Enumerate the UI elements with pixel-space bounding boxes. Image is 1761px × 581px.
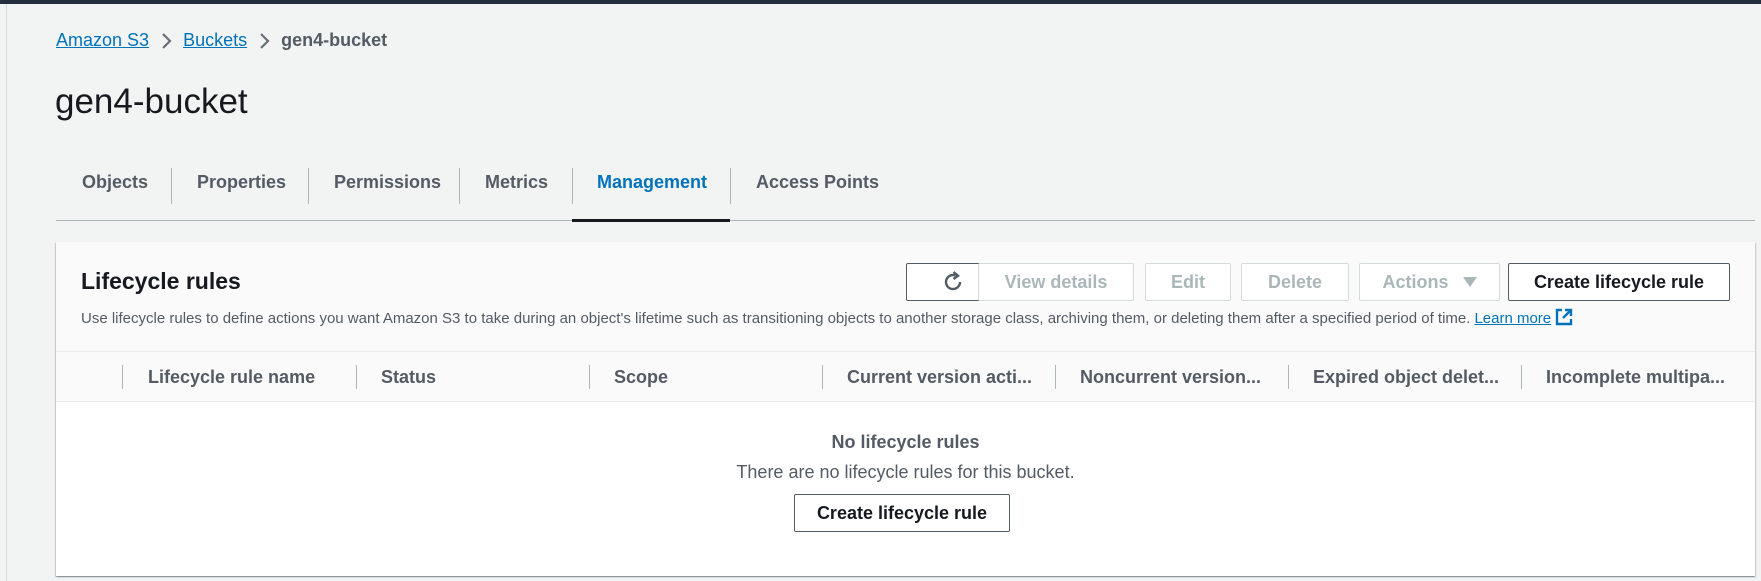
create-lifecycle-rule-button[interactable]: Create lifecycle rule xyxy=(1508,263,1730,301)
description-text: Use lifecycle rules to define actions yo… xyxy=(81,310,1471,327)
column-header-status[interactable]: Status xyxy=(381,352,581,402)
breadcrumb-buckets[interactable]: Buckets xyxy=(183,30,247,51)
external-link-icon[interactable] xyxy=(1555,308,1573,330)
breadcrumb-current: gen4-bucket xyxy=(281,30,388,50)
tab-properties[interactable]: Properties xyxy=(171,164,308,221)
refresh-icon xyxy=(944,271,962,291)
page-title: gen4-bucket xyxy=(55,82,248,121)
panel-actions: View details Edit Delete Actions Create … xyxy=(56,263,1755,301)
tab-objects[interactable]: Objects xyxy=(56,164,171,221)
panel-header: Lifecycle rules View details Edit Delete… xyxy=(56,242,1755,352)
tab-label: Permissions xyxy=(334,172,442,192)
tab-metrics[interactable]: Metrics xyxy=(459,164,572,221)
chevron-right-icon xyxy=(247,32,281,50)
caret-down-icon xyxy=(1462,277,1477,287)
left-edge-divider xyxy=(6,4,7,581)
empty-create-lifecycle-rule-button[interactable]: Create lifecycle rule xyxy=(794,494,1010,532)
empty-state-text: There are no lifecycle rules for this bu… xyxy=(736,462,1075,482)
actions-dropdown[interactable]: Actions xyxy=(1359,263,1500,301)
column-divider[interactable] xyxy=(356,365,357,389)
column-header-scope[interactable]: Scope xyxy=(614,352,814,402)
tab-label: Properties xyxy=(197,172,287,192)
lifecycle-rules-panel: Lifecycle rules View details Edit Delete… xyxy=(56,242,1755,576)
column-header-expired-object-delete[interactable]: Expired object delet... xyxy=(1313,352,1521,402)
edit-button[interactable]: Edit xyxy=(1145,263,1231,301)
table-header: Lifecycle rule name Status Scope Current… xyxy=(56,352,1755,402)
tab-management[interactable]: Management xyxy=(572,164,730,222)
column-divider[interactable] xyxy=(1288,365,1289,389)
view-details-button[interactable]: View details xyxy=(978,263,1134,301)
column-header-noncurrent-version[interactable]: Noncurrent version... xyxy=(1080,352,1288,402)
tab-label: Management xyxy=(597,172,708,192)
breadcrumb-amazon-s3[interactable]: Amazon S3 xyxy=(56,30,149,51)
column-divider[interactable] xyxy=(822,365,823,389)
tab-label: Objects xyxy=(82,172,149,192)
tab-label: Metrics xyxy=(485,172,549,192)
column-divider[interactable] xyxy=(1521,365,1522,389)
column-header-lifecycle-rule-name[interactable]: Lifecycle rule name xyxy=(148,352,348,402)
column-divider[interactable] xyxy=(589,365,590,389)
top-bar xyxy=(0,0,1761,4)
panel-description: Use lifecycle rules to define actions yo… xyxy=(81,308,1573,330)
column-divider[interactable] xyxy=(1055,365,1056,389)
chevron-right-icon xyxy=(149,32,183,50)
column-divider xyxy=(122,365,123,389)
empty-state: No lifecycle rules There are no lifecycl… xyxy=(56,402,1755,576)
column-header-incomplete-multipart[interactable]: Incomplete multipa... xyxy=(1546,352,1746,402)
tab-label: Access Points xyxy=(756,172,880,192)
breadcrumb: Amazon S3 Buckets gen4-bucket xyxy=(56,30,387,51)
empty-state-title: No lifecycle rules xyxy=(831,432,980,452)
column-header-current-version-actions[interactable]: Current version acti... xyxy=(847,352,1055,402)
learn-more-link[interactable]: Learn more xyxy=(1474,310,1551,327)
tab-permissions[interactable]: Permissions xyxy=(308,164,459,221)
actions-label: Actions xyxy=(1382,271,1449,292)
tab-bar: Objects Properties Permissions Metrics M… xyxy=(56,164,1755,222)
delete-button[interactable]: Delete xyxy=(1241,263,1349,301)
tab-access-points[interactable]: Access Points xyxy=(730,164,900,221)
